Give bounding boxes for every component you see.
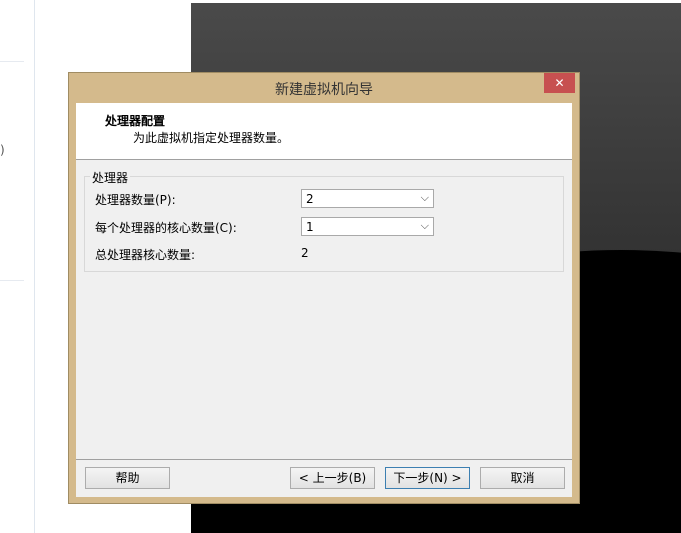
next-button[interactable]: 下一步(N) > [385, 467, 470, 489]
chevron-down-icon: ⌵ [420, 219, 429, 232]
page-title: 处理器配置 [105, 114, 166, 128]
footer-divider [76, 459, 572, 460]
background-text-fragment: ) [0, 143, 5, 157]
chevron-down-icon: ⌵ [420, 191, 429, 204]
processor-count-select[interactable]: 2 ⌵ [301, 189, 434, 208]
total-cores-value: 2 [301, 246, 309, 260]
close-icon: ✕ [554, 76, 565, 90]
back-button[interactable]: < 上一步(B) [290, 467, 375, 489]
page-subtitle: 为此虚拟机指定处理器数量。 [133, 131, 290, 145]
help-button[interactable]: 帮助 [85, 467, 170, 489]
groupbox-label: 处理器 [90, 169, 131, 186]
processor-count-value: 2 [306, 192, 314, 206]
new-vm-wizard-dialog: 新建虚拟机向导 ✕ 处理器配置 为此虚拟机指定处理器数量。 处理器 处理器数量(… [68, 72, 580, 504]
wizard-header: 处理器配置 为此虚拟机指定处理器数量。 [76, 103, 572, 160]
total-cores-label: 总处理器核心数量: [95, 248, 196, 262]
background-divider [0, 61, 24, 62]
background-app-panel: ) [0, 0, 35, 533]
cores-per-processor-value: 1 [306, 220, 314, 234]
dialog-client-area: 处理器配置 为此虚拟机指定处理器数量。 处理器 处理器数量(P): 2 ⌵ 每个… [76, 103, 572, 497]
close-button[interactable]: ✕ [544, 73, 575, 93]
cores-per-processor-label: 每个处理器的核心数量(C): [95, 221, 237, 235]
title-bar[interactable]: 新建虚拟机向导 ✕ [69, 73, 579, 103]
cancel-button[interactable]: 取消 [480, 467, 565, 489]
background-divider [0, 280, 24, 281]
cores-per-processor-select[interactable]: 1 ⌵ [301, 217, 434, 236]
window-title: 新建虚拟机向导 [275, 82, 373, 98]
processor-count-label: 处理器数量(P): [95, 193, 176, 207]
